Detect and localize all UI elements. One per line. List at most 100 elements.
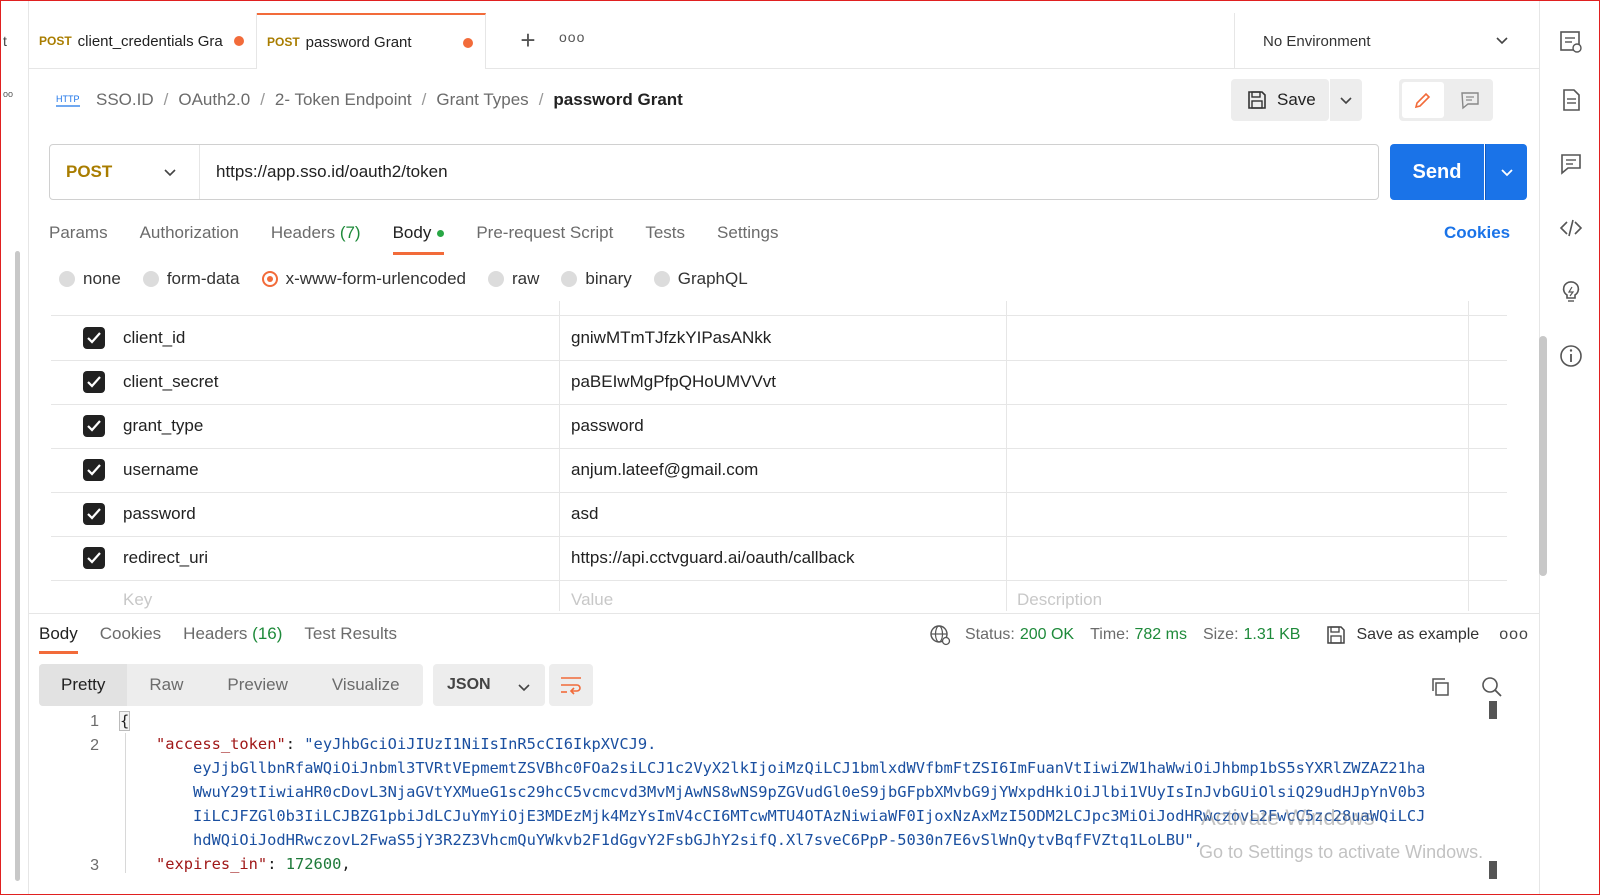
table-row-empty[interactable]: Key Value Description <box>51 580 1507 611</box>
lightbulb-icon[interactable] <box>1558 279 1584 305</box>
param-key[interactable]: redirect_uri <box>123 548 208 568</box>
request-url-bar: POST https://app.sso.id/oauth2/token <box>49 144 1379 200</box>
row-checkbox[interactable] <box>83 327 105 349</box>
key-placeholder[interactable]: Key <box>123 590 152 610</box>
copy-icon[interactable] <box>1429 676 1451 698</box>
editor-scrollbar[interactable] <box>1489 701 1497 719</box>
save-as-example-label: Save as example <box>1356 626 1480 643</box>
request-name[interactable]: password Grant <box>553 90 682 110</box>
param-value[interactable]: password <box>571 416 644 436</box>
body-type-none[interactable]: none <box>59 269 121 289</box>
environment-selector[interactable]: No Environment <box>1234 13 1539 69</box>
body-type-urlencoded[interactable]: x-www-form-urlencoded <box>261 269 466 289</box>
body-type-graphql[interactable]: GraphQL <box>653 269 748 289</box>
comment-mode-button[interactable] <box>1449 82 1491 118</box>
status-value[interactable]: 200 OK <box>1020 626 1074 644</box>
table-row[interactable]: grant_type password <box>51 404 1507 449</box>
tab-password-grant[interactable]: POST password Grant <box>257 13 486 69</box>
format-select[interactable]: JSON <box>433 664 545 706</box>
cookies-link[interactable]: Cookies <box>1444 223 1510 243</box>
param-key[interactable]: client_id <box>123 328 185 348</box>
json-brace: { <box>119 711 131 731</box>
table-header-row <box>51 301 1507 316</box>
comments-icon[interactable] <box>1558 151 1584 177</box>
body-type-binary[interactable]: binary <box>561 269 632 289</box>
sidebar-scrollbar[interactable] <box>15 251 20 881</box>
url-input[interactable]: https://app.sso.id/oauth2/token <box>200 162 448 182</box>
response-tab-headers[interactable]: Headers (16) <box>183 624 282 654</box>
send-button[interactable]: Send <box>1390 144 1484 200</box>
tab-title: password Grant <box>305 33 412 51</box>
radio-icon <box>488 271 505 287</box>
tab-more-icon[interactable]: ooo <box>559 29 585 45</box>
table-row[interactable]: password asd <box>51 492 1507 537</box>
response-tab-body[interactable]: Body <box>39 624 78 654</box>
body-type-form-data[interactable]: form-data <box>142 269 240 289</box>
tab-authorization[interactable]: Authorization <box>140 219 239 255</box>
tab-pre-request-script[interactable]: Pre-request Script <box>476 219 613 255</box>
params-scrollbar[interactable] <box>1539 336 1547 576</box>
environment-quick-look-icon[interactable] <box>1558 29 1584 55</box>
view-raw[interactable]: Raw <box>127 664 205 706</box>
view-visualize[interactable]: Visualize <box>310 664 422 706</box>
edit-mode-button[interactable] <box>1402 82 1444 118</box>
breadcrumb-item[interactable]: SSO.ID <box>96 90 154 110</box>
editor-scrollbar[interactable] <box>1489 861 1497 879</box>
code-icon[interactable] <box>1558 215 1584 241</box>
view-pretty[interactable]: Pretty <box>39 664 128 706</box>
description-placeholder[interactable]: Description <box>1017 590 1102 610</box>
row-checkbox[interactable] <box>83 547 105 569</box>
tab-settings[interactable]: Settings <box>717 219 778 255</box>
send-options-button[interactable] <box>1485 144 1527 200</box>
more-options-icon[interactable]: ooo <box>1499 626 1529 644</box>
row-checkbox[interactable] <box>83 459 105 481</box>
headers-count: (16) <box>252 624 283 643</box>
tab-params[interactable]: Params <box>49 219 108 255</box>
param-key[interactable]: username <box>123 460 199 480</box>
param-value[interactable]: paBEIwMgPfpQHoUMVVvt <box>571 372 776 392</box>
save-button[interactable]: Save <box>1231 79 1329 121</box>
size-value[interactable]: 1.31 KB <box>1244 626 1301 644</box>
more-dots-icon[interactable]: oo <box>3 89 13 99</box>
save-as-example-button[interactable]: Save as example <box>1326 625 1479 645</box>
breadcrumb-item[interactable]: 2- Token Endpoint <box>275 90 412 110</box>
app-window: t oo POST client_credentials Gra POST pa… <box>0 0 1600 895</box>
save-options-button[interactable] <box>1330 79 1362 121</box>
param-value[interactable]: anjum.lateef@gmail.com <box>571 460 758 480</box>
response-tab-cookies[interactable]: Cookies <box>100 624 161 654</box>
new-tab-plus-icon[interactable]: + <box>514 27 542 55</box>
globe-network-icon[interactable] <box>929 624 951 646</box>
documentation-icon[interactable] <box>1558 87 1584 113</box>
table-row[interactable]: client_secret paBEIwMgPfpQHoUMVVvt <box>51 360 1507 405</box>
time-value[interactable]: 782 ms <box>1134 626 1186 644</box>
wrap-lines-button[interactable] <box>549 664 593 706</box>
param-key[interactable]: password <box>123 504 196 524</box>
row-checkbox[interactable] <box>83 415 105 437</box>
search-icon[interactable] <box>1481 676 1503 698</box>
tab-tests[interactable]: Tests <box>645 219 685 255</box>
row-checkbox[interactable] <box>83 503 105 525</box>
table-row[interactable]: redirect_uri https://api.cctvguard.ai/oa… <box>51 536 1507 581</box>
param-value[interactable]: https://api.cctvguard.ai/oauth/callback <box>571 548 855 568</box>
http-method-select[interactable]: POST <box>50 145 200 199</box>
value-placeholder[interactable]: Value <box>571 590 613 610</box>
response-tab-test-results[interactable]: Test Results <box>304 624 397 654</box>
info-icon[interactable] <box>1558 343 1584 369</box>
breadcrumb-item[interactable]: OAuth2.0 <box>178 90 250 110</box>
breadcrumb-item[interactable]: Grant Types <box>436 90 528 110</box>
tab-headers[interactable]: Headers (7) <box>271 219 361 255</box>
param-value[interactable]: gniwMTmTJfzkYIPasANkk <box>571 328 771 348</box>
code-line: "access_token": "eyJhbGciOiJIUzI1NiIsInR… <box>156 735 657 753</box>
table-row[interactable]: client_id gniwMTmTJfzkYIPasANkk <box>51 316 1507 361</box>
tab-body[interactable]: Body <box>392 219 445 255</box>
table-row[interactable]: username anjum.lateef@gmail.com <box>51 448 1507 493</box>
body-type-raw[interactable]: raw <box>488 269 539 289</box>
view-preview[interactable]: Preview <box>205 664 309 706</box>
tab-client-credentials[interactable]: POST client_credentials Gra <box>29 13 257 69</box>
row-checkbox[interactable] <box>83 371 105 393</box>
sidebar-tab-fragment[interactable]: t <box>3 33 7 49</box>
comment-icon <box>1461 92 1479 110</box>
param-value[interactable]: asd <box>571 504 598 524</box>
param-key[interactable]: grant_type <box>123 416 203 436</box>
param-key[interactable]: client_secret <box>123 372 218 392</box>
